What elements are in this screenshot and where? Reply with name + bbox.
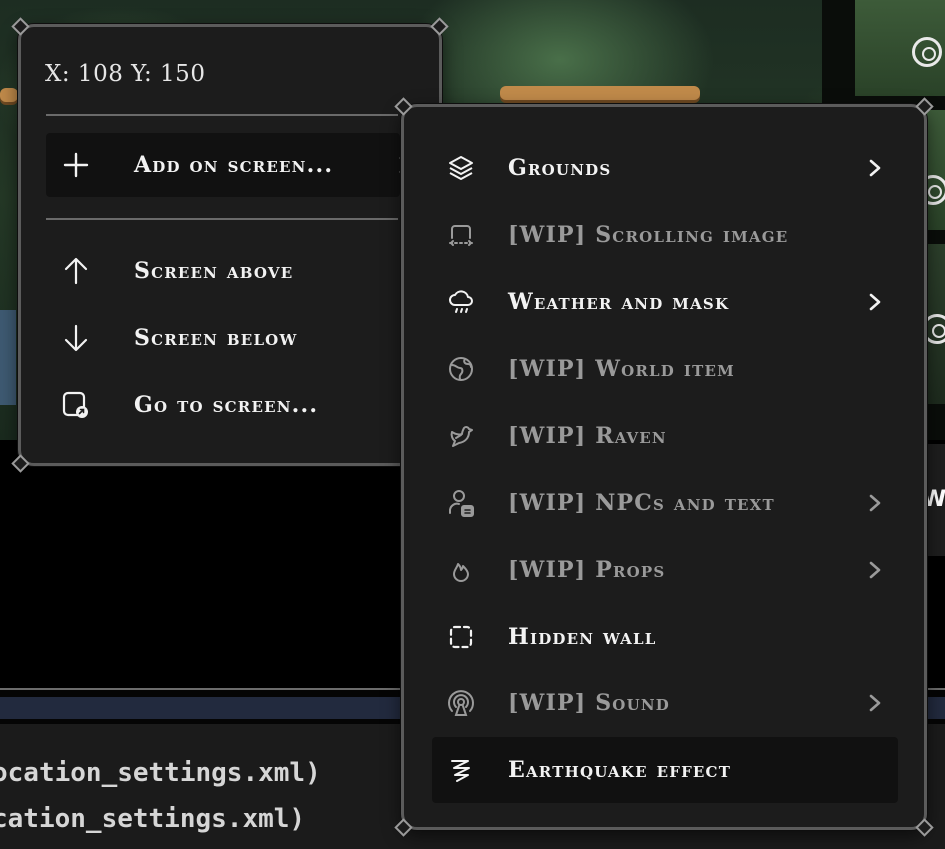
submenu-item-label: [WIP] Props — [508, 557, 666, 583]
submenu-item-raven[interactable]: [WIP] Raven — [432, 403, 898, 469]
user-message-icon — [446, 488, 476, 518]
dashed-square-icon — [446, 622, 476, 652]
chevron-right-icon — [868, 159, 882, 177]
submenu-item-label: [WIP] Raven — [508, 423, 667, 449]
submenu-item-grounds[interactable]: Grounds — [432, 135, 898, 201]
chevron-right-icon — [868, 293, 882, 311]
submenu-item-label: [WIP] Scrolling image — [508, 222, 789, 248]
console-line: ocation_settings.xml) — [0, 758, 321, 788]
go-to-screen-icon — [58, 387, 94, 423]
submenu-item-label: Grounds — [508, 155, 612, 181]
scrolling-image-icon — [446, 220, 476, 250]
target-marker-icon[interactable] — [912, 37, 942, 67]
stone-wall — [0, 310, 16, 405]
submenu-item-label: Hidden wall — [508, 624, 657, 650]
submenu-item-world-item[interactable]: [WIP] World item — [432, 336, 898, 402]
submenu-item-label: [WIP] World item — [508, 356, 735, 382]
menu-item-screen-below[interactable]: Screen below — [46, 306, 400, 370]
submenu-item-npcs-and-text[interactable]: [WIP] NPCs and text — [432, 470, 898, 536]
menu-separator — [46, 218, 398, 220]
menu-item-screen-above[interactable]: Screen above — [46, 239, 400, 303]
menu-item-label: Go to screen... — [134, 392, 319, 418]
cloud-rain-icon — [446, 287, 476, 317]
flame-icon — [446, 555, 476, 585]
bird-icon — [446, 421, 476, 451]
submenu-item-scrolling-image[interactable]: [WIP] Scrolling image — [432, 202, 898, 268]
chevron-right-icon — [868, 561, 882, 579]
submenu-item-weather-and-mask[interactable]: Weather and mask — [432, 269, 898, 335]
cursor-coordinates: X: 108 Y: 150 — [45, 61, 206, 87]
submenu-item-label: [WIP] Sound — [508, 690, 670, 716]
chevron-right-icon — [868, 694, 882, 712]
menu-item-label: Add on screen... — [134, 152, 334, 178]
submenu-item-label: [WIP] NPCs and text — [508, 490, 775, 516]
arrow-down-icon — [58, 320, 94, 356]
submenu-item-label: Weather and mask — [508, 289, 730, 315]
globe-icon — [446, 354, 476, 384]
menu-separator — [46, 114, 398, 116]
wooden-platform — [500, 86, 700, 100]
submenu-item-hidden-wall[interactable]: Hidden wall — [432, 604, 898, 670]
chevron-right-icon — [868, 494, 882, 512]
menu-item-add-on-screen[interactable]: Add on screen... — [46, 133, 411, 197]
submenu-item-sound[interactable]: [WIP] Sound — [432, 670, 898, 736]
layers-icon — [446, 153, 476, 183]
submenu-item-props[interactable]: [WIP] Props — [432, 537, 898, 603]
menu-item-label: Screen below — [134, 325, 298, 351]
console-line: cation_settings.xml) — [0, 804, 306, 834]
menu-item-go-to-screen[interactable]: Go to screen... — [46, 373, 400, 437]
wave-icon — [446, 755, 476, 785]
plus-icon — [58, 147, 94, 183]
submenu-item-label: Earthquake effect — [508, 757, 732, 783]
menu-item-label: Screen above — [134, 258, 294, 284]
submenu-item-earthquake-effect[interactable]: Earthquake effect — [432, 737, 898, 803]
context-menu: X: 108 Y: 150 Add on screen... Screen ab… — [11, 17, 449, 473]
add-on-screen-submenu: Grounds [WIP] Scrolling image Weather an… — [394, 97, 934, 837]
arrow-up-icon — [58, 253, 94, 289]
wooden-platform — [0, 88, 18, 102]
broadcast-icon — [446, 688, 476, 718]
